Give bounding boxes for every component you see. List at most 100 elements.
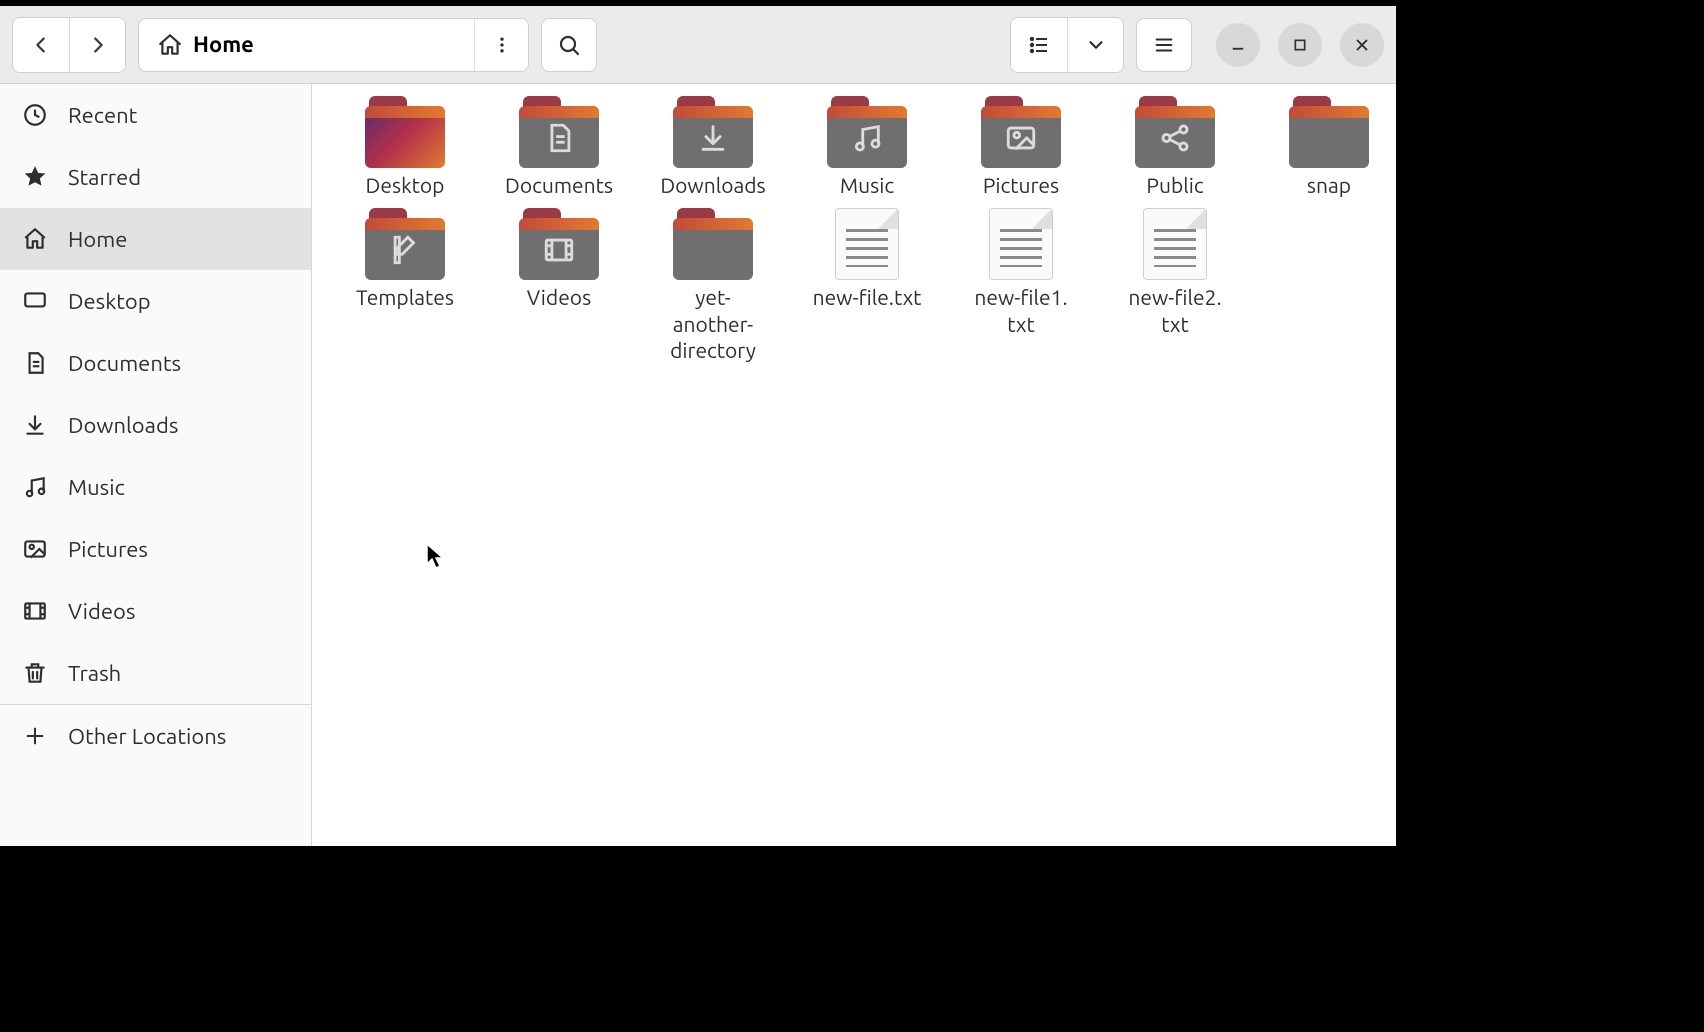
documents-icon: [22, 350, 48, 376]
file-item[interactable]: new-file1.txt: [946, 206, 1096, 337]
close-button[interactable]: [1340, 23, 1384, 67]
pictures-icon: [22, 536, 48, 562]
folder-item[interactable]: yet-another-directory: [638, 206, 788, 363]
sidebar-item-label: Starred: [68, 165, 141, 190]
sidebar-item-starred[interactable]: Starred: [0, 146, 311, 208]
chevron-down-icon: [1085, 34, 1107, 56]
headerbar: Home: [0, 6, 1396, 84]
sidebar-item-documents[interactable]: Documents: [0, 332, 311, 394]
minimize-icon: [1229, 36, 1247, 54]
plus-icon: [22, 723, 48, 749]
item-label: snap: [1307, 172, 1351, 198]
none-icon: [673, 208, 753, 280]
sidebar-item-music[interactable]: Music: [0, 456, 311, 518]
content-area[interactable]: Desktop Documents Downloads Music Pictures Pu…: [312, 84, 1396, 846]
folder-item[interactable]: Music: [792, 94, 942, 198]
folder-icon: [365, 96, 445, 168]
text-file-icon: [827, 208, 907, 280]
body: Recent Starred Home Desktop Documents Downloa…: [0, 84, 1396, 846]
downloads-icon: [673, 96, 753, 168]
sidebar-item-pictures[interactable]: Pictures: [0, 518, 311, 580]
view-list-button[interactable]: [1011, 18, 1067, 72]
sidebar-item-videos[interactable]: Videos: [0, 580, 311, 642]
sidebar-item-label: Home: [68, 227, 127, 252]
sidebar-item-trash[interactable]: Trash: [0, 642, 311, 704]
music-icon: [827, 96, 907, 168]
sidebar-item-label: Other Locations: [68, 724, 226, 749]
sidebar-bottom: Other Locations: [0, 704, 311, 846]
file-item[interactable]: new-file.txt: [792, 206, 942, 310]
sidebar-item-label: Trash: [68, 661, 121, 686]
sidebar-item-recent[interactable]: Recent: [0, 84, 311, 146]
sidebar-item-other-locations[interactable]: Other Locations: [0, 705, 311, 767]
folder-item[interactable]: Videos: [484, 206, 634, 310]
kebab-icon: [492, 35, 512, 55]
item-label: new-file2.txt: [1128, 284, 1221, 337]
search-icon: [557, 33, 581, 57]
none-icon: [1289, 96, 1369, 168]
folder-item[interactable]: Templates: [330, 206, 480, 310]
text-file-icon: [1135, 208, 1215, 280]
sidebar-item-label: Music: [68, 475, 125, 500]
sidebar-item-label: Pictures: [68, 537, 148, 562]
folder-item[interactable]: Downloads: [638, 94, 788, 198]
path-menu-button[interactable]: [474, 19, 528, 71]
item-label: Music: [840, 172, 894, 198]
folder-icon: [673, 208, 753, 280]
sidebar-item-desktop[interactable]: Desktop: [0, 270, 311, 332]
item-label: yet-another-directory: [670, 284, 756, 363]
folder-icon: [519, 208, 599, 280]
item-label: Desktop: [366, 172, 445, 198]
sidebar-item-label: Documents: [68, 351, 181, 376]
videos-icon: [22, 598, 48, 624]
hamburger-menu-button[interactable]: [1136, 18, 1192, 72]
sidebar-item-label: Videos: [68, 599, 135, 624]
sidebar-item-label: Desktop: [68, 289, 151, 314]
hamburger-icon: [1153, 34, 1175, 56]
maximize-icon: [1292, 37, 1308, 53]
file-grid: Desktop Documents Downloads Music Pictures Pu…: [330, 94, 1378, 363]
folder-icon: [673, 96, 753, 168]
music-icon: [22, 474, 48, 500]
minimize-button[interactable]: [1216, 23, 1260, 67]
documents-icon: [519, 96, 599, 168]
folder-item[interactable]: Pictures: [946, 94, 1096, 198]
templates-icon: [365, 208, 445, 280]
back-button[interactable]: [13, 18, 69, 72]
path-segment-home[interactable]: Home: [139, 19, 272, 71]
videos-icon: [519, 208, 599, 280]
item-label: Downloads: [660, 172, 765, 198]
home-icon: [22, 226, 48, 252]
view-options-button[interactable]: [1067, 18, 1123, 72]
sidebar-item-label: Downloads: [68, 413, 178, 438]
folder-icon: [981, 96, 1061, 168]
public-icon: [1135, 96, 1215, 168]
folder-icon: [1135, 96, 1215, 168]
search-button[interactable]: [541, 18, 597, 72]
sidebar-item-home[interactable]: Home: [0, 208, 311, 270]
folder-icon: [365, 208, 445, 280]
maximize-button[interactable]: [1278, 23, 1322, 67]
close-icon: [1353, 36, 1371, 54]
folder-item[interactable]: snap: [1254, 94, 1396, 198]
folder-item[interactable]: Documents: [484, 94, 634, 198]
sidebar-item-downloads[interactable]: Downloads: [0, 394, 311, 456]
item-label: Pictures: [983, 172, 1059, 198]
view-controls: [1010, 17, 1124, 73]
sidebar-list: Recent Starred Home Desktop Documents Downloa…: [0, 84, 311, 704]
item-label: Templates: [356, 284, 454, 310]
text-file-icon: [981, 208, 1061, 280]
list-view-icon: [1027, 33, 1051, 57]
file-item[interactable]: new-file2.txt: [1100, 206, 1250, 337]
folder-icon: [827, 96, 907, 168]
pathbar[interactable]: Home: [138, 18, 529, 72]
forward-button[interactable]: [69, 18, 125, 72]
window-controls: [1216, 23, 1384, 67]
folder-item[interactable]: Public: [1100, 94, 1250, 198]
sidebar: Recent Starred Home Desktop Documents Downloa…: [0, 84, 312, 846]
item-label: Videos: [527, 284, 591, 310]
sidebar-item-label: Recent: [68, 103, 137, 128]
item-label: Public: [1146, 172, 1203, 198]
folder-item[interactable]: Desktop: [330, 94, 480, 198]
path-label: Home: [193, 32, 254, 57]
